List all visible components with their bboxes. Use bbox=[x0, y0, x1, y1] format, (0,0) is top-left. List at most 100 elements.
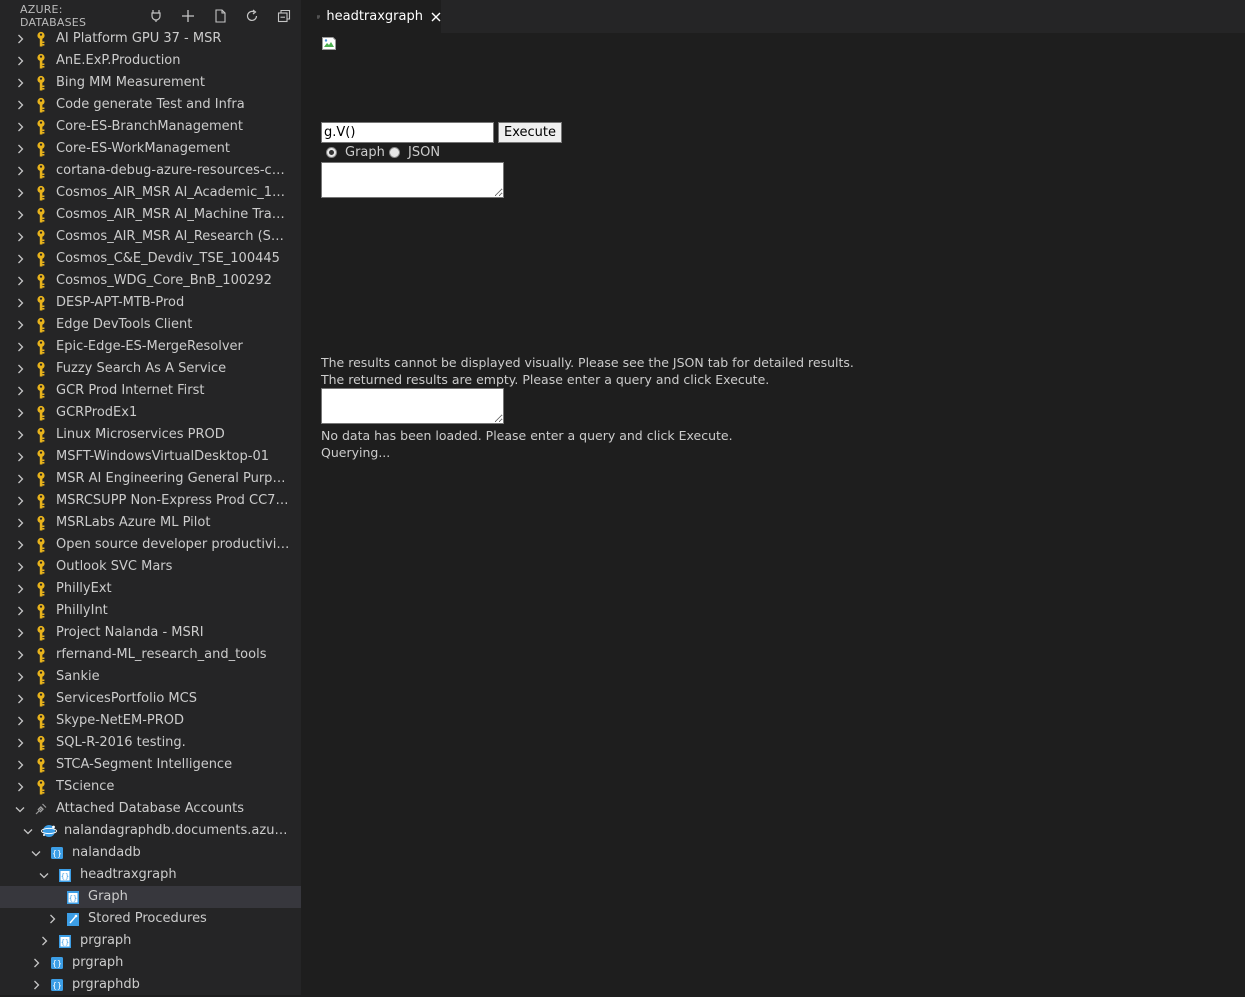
tree-item-headtraxgraph[interactable]: {} headtraxgraph bbox=[0, 864, 301, 886]
expand-toggle[interactable] bbox=[12, 160, 28, 182]
tree-item-msr-ai-engineering-general-purpose[interactable]: MSR AI Engineering General Purpose bbox=[0, 468, 301, 490]
expand-toggle[interactable] bbox=[12, 490, 28, 512]
expand-toggle[interactable] bbox=[12, 666, 28, 688]
tree-item-sql-r-2016-testing[interactable]: SQL-R-2016 testing. bbox=[0, 732, 301, 754]
expand-toggle[interactable] bbox=[28, 974, 44, 995]
expand-toggle[interactable] bbox=[12, 402, 28, 424]
expand-toggle[interactable] bbox=[12, 72, 28, 94]
tree-item-core-es-workmanagement[interactable]: Core-ES-WorkManagement bbox=[0, 138, 301, 160]
tree-item-phillyint[interactable]: PhillyInt bbox=[0, 600, 301, 622]
tree-item-cortana-debug-azure-resources-core[interactable]: cortana-debug-azure-resources-core-... bbox=[0, 160, 301, 182]
tree-item-nalandadb[interactable]: {} nalandadb bbox=[0, 842, 301, 864]
collapse-all-button[interactable] bbox=[274, 6, 294, 26]
tree-item-cosmos-air-msr-ai-machine-translati[interactable]: Cosmos_AIR_MSR AI_Machine Translati... bbox=[0, 204, 301, 226]
tree-item-gcr-prod-internet-first[interactable]: GCR Prod Internet First bbox=[0, 380, 301, 402]
expand-toggle[interactable] bbox=[36, 930, 52, 952]
expand-toggle[interactable] bbox=[12, 248, 28, 270]
expand-toggle[interactable] bbox=[12, 182, 28, 204]
tab-close-button[interactable] bbox=[431, 10, 441, 24]
expand-toggle[interactable] bbox=[12, 732, 28, 754]
expand-toggle[interactable] bbox=[12, 578, 28, 600]
tree-item-linux-microservices-prod[interactable]: Linux Microservices PROD bbox=[0, 424, 301, 446]
tree-item-nalandagraphdb-documents-azure-co[interactable]: nalandagraphdb.documents.azure.co... bbox=[0, 820, 301, 842]
tree-item-cosmos-air-msr-ai-research-shared[interactable]: Cosmos_AIR_MSR AI_Research (Shared... bbox=[0, 226, 301, 248]
tree-item-graph[interactable]: {} Graph bbox=[0, 886, 301, 908]
tree-item-rfernand-ml-research-and-tools[interactable]: rfernand-ML_research_and_tools bbox=[0, 644, 301, 666]
tree-item-open-source-developer-productivity-d[interactable]: Open source developer productivity d... bbox=[0, 534, 301, 556]
expand-toggle[interactable] bbox=[12, 380, 28, 402]
tree-item-skype-netem-prod[interactable]: Skype-NetEM-PROD bbox=[0, 710, 301, 732]
tab-headtraxgraph[interactable]: headtraxgraph bbox=[301, 0, 441, 33]
collapse-toggle[interactable] bbox=[36, 864, 52, 886]
expand-toggle[interactable] bbox=[44, 908, 60, 930]
radio-json[interactable] bbox=[389, 147, 400, 158]
expand-toggle[interactable] bbox=[12, 314, 28, 336]
expand-toggle[interactable] bbox=[12, 446, 28, 468]
tree-item-stored-procedures[interactable]: Stored Procedures bbox=[0, 908, 301, 930]
tree-item-epic-edge-es-mergeresolver[interactable]: Epic-Edge-ES-MergeResolver bbox=[0, 336, 301, 358]
tree-item-project-nalanda-msri[interactable]: Project Nalanda - MSRI bbox=[0, 622, 301, 644]
expand-toggle[interactable] bbox=[12, 468, 28, 490]
expand-toggle[interactable] bbox=[12, 534, 28, 556]
expand-toggle[interactable] bbox=[12, 336, 28, 358]
attach-database-button[interactable] bbox=[146, 6, 166, 26]
tree-item-stca-segment-intelligence[interactable]: STCA-Segment Intelligence bbox=[0, 754, 301, 776]
tree-item-phillyext[interactable]: PhillyExt bbox=[0, 578, 301, 600]
expand-toggle[interactable] bbox=[12, 358, 28, 380]
tree-item-attached-database-accounts[interactable]: Attached Database Accounts bbox=[0, 798, 301, 820]
create-account-button[interactable] bbox=[178, 6, 198, 26]
radio-graph[interactable] bbox=[326, 147, 337, 158]
expand-toggle[interactable] bbox=[12, 138, 28, 160]
expand-toggle[interactable] bbox=[12, 204, 28, 226]
collapse-toggle[interactable] bbox=[12, 798, 28, 820]
new-file-button[interactable] bbox=[210, 6, 230, 26]
radio-json-option[interactable]: JSON bbox=[389, 145, 440, 160]
expand-toggle[interactable] bbox=[28, 952, 44, 974]
expand-toggle[interactable] bbox=[12, 424, 28, 446]
tree-item-sankie[interactable]: Sankie bbox=[0, 666, 301, 688]
tree-item-msrcsupp-non-express-prod-cc70550[interactable]: MSRCSUPP Non-Express Prod CC70550 bbox=[0, 490, 301, 512]
tree-item-ai-platform-gpu-37-msr[interactable]: AI Platform GPU 37 - MSR bbox=[0, 28, 301, 50]
tree-item-servicesportfolio-mcs[interactable]: ServicesPortfolio MCS bbox=[0, 688, 301, 710]
tree-item-tscience[interactable]: TScience bbox=[0, 776, 301, 798]
expand-toggle[interactable] bbox=[12, 28, 28, 50]
collapse-toggle[interactable] bbox=[20, 820, 36, 842]
expand-toggle[interactable] bbox=[12, 688, 28, 710]
tree-item-core-es-branchmanagement[interactable]: Core-ES-BranchManagement bbox=[0, 116, 301, 138]
tree-item-gcrprodex1[interactable]: GCRProdEx1 bbox=[0, 402, 301, 424]
tree-item-prgraphdb[interactable]: {} prgraphdb bbox=[0, 974, 301, 995]
graph-output-area[interactable] bbox=[321, 162, 504, 198]
tree-item-fuzzy-search-as-a-service[interactable]: Fuzzy Search As A Service bbox=[0, 358, 301, 380]
expand-toggle[interactable] bbox=[12, 512, 28, 534]
expand-toggle[interactable] bbox=[12, 94, 28, 116]
tree-item-code-generate-test-and-infra[interactable]: Code generate Test and Infra bbox=[0, 94, 301, 116]
tree-item-bing-mm-measurement[interactable]: Bing MM Measurement bbox=[0, 72, 301, 94]
tree-item-prgraph[interactable]: {} prgraph bbox=[0, 930, 301, 952]
tree-item-prgraph[interactable]: {} prgraph bbox=[0, 952, 301, 974]
tree-item-ane-exp-production[interactable]: AnE.ExP.Production bbox=[0, 50, 301, 72]
expand-toggle[interactable] bbox=[12, 556, 28, 578]
tree-item-outlook-svc-mars[interactable]: Outlook SVC Mars bbox=[0, 556, 301, 578]
expand-toggle[interactable] bbox=[12, 754, 28, 776]
query-input[interactable] bbox=[321, 122, 494, 143]
radio-graph-option[interactable]: Graph bbox=[326, 145, 385, 160]
expand-toggle[interactable] bbox=[12, 622, 28, 644]
expand-toggle[interactable] bbox=[12, 776, 28, 798]
tree-item-edge-devtools-client[interactable]: Edge DevTools Client bbox=[0, 314, 301, 336]
collapse-toggle[interactable] bbox=[28, 842, 44, 864]
tree-item-desp-apt-mtb-prod[interactable]: DESP-APT-MTB-Prod bbox=[0, 292, 301, 314]
tree-item-cosmos-air-msr-ai-academic-100427[interactable]: Cosmos_AIR_MSR AI_Academic_100427 bbox=[0, 182, 301, 204]
expand-toggle[interactable] bbox=[12, 270, 28, 292]
tree-item-cosmos-wdg-core-bnb-100292[interactable]: Cosmos_WDG_Core_BnB_100292 bbox=[0, 270, 301, 292]
expand-toggle[interactable] bbox=[12, 116, 28, 138]
expand-toggle[interactable] bbox=[12, 292, 28, 314]
execute-button[interactable]: Execute bbox=[498, 122, 562, 143]
tree-item-msft-windowsvirtualdesktop-01[interactable]: MSFT-WindowsVirtualDesktop-01 bbox=[0, 446, 301, 468]
json-output-area[interactable] bbox=[321, 388, 504, 424]
tree-item-cosmos-c-e-devdiv-tse-100445[interactable]: Cosmos_C&E_Devdiv_TSE_100445 bbox=[0, 248, 301, 270]
expand-toggle[interactable] bbox=[12, 600, 28, 622]
refresh-button[interactable] bbox=[242, 6, 262, 26]
expand-toggle[interactable] bbox=[12, 226, 28, 248]
expand-toggle[interactable] bbox=[12, 50, 28, 72]
expand-toggle[interactable] bbox=[12, 710, 28, 732]
